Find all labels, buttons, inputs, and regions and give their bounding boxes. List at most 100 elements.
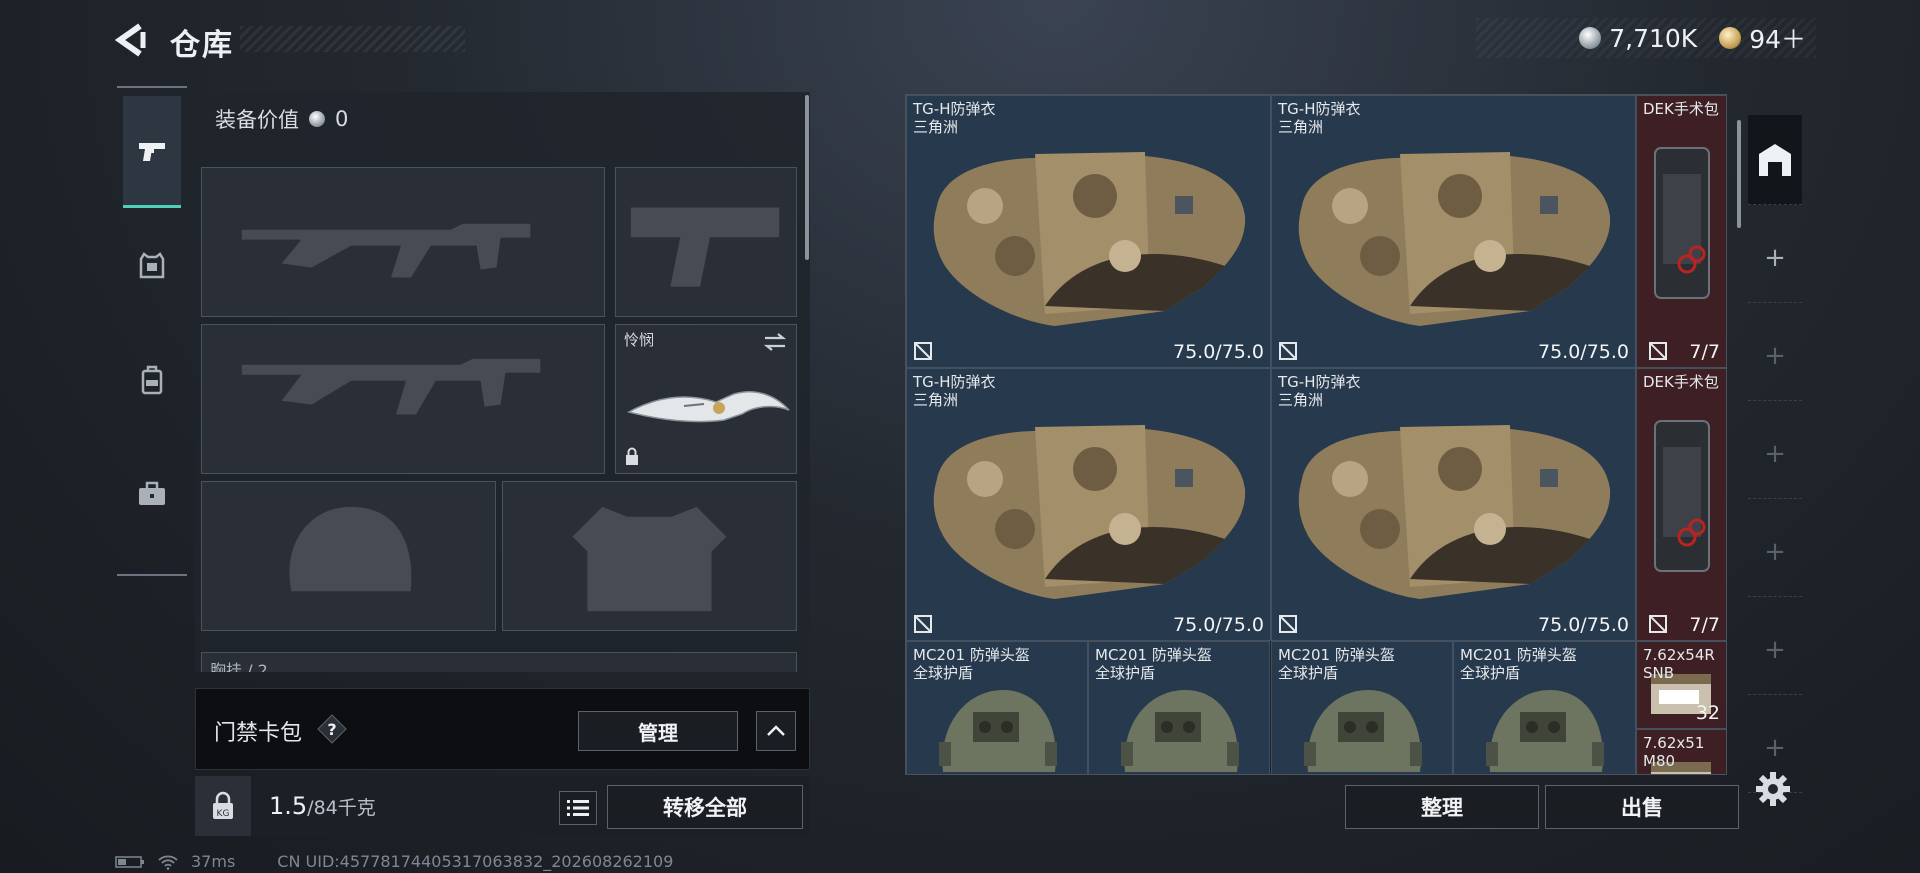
weight-icon: KG (213, 791, 233, 819)
swap-icon[interactable] (762, 331, 788, 353)
no-insure-icon (1649, 615, 1667, 633)
collapse-button[interactable] (756, 711, 796, 751)
plus-icon: + (1764, 242, 1786, 273)
stash-page-tab-4[interactable]: + (1748, 409, 1802, 499)
manage-button[interactable]: 管理 (578, 711, 738, 751)
stash-item[interactable]: MC201 防弹头盔 全球护盾 (1453, 641, 1636, 774)
weight-max: /84千克 (307, 797, 376, 819)
stash-icon (1759, 143, 1791, 176)
stash-item-title: 7.62x51 (1643, 734, 1705, 752)
stash-item[interactable]: TG-H防弹衣 三角洲 75.0/75.0 (906, 368, 1271, 641)
wifi-icon (158, 855, 178, 870)
stash-item-title: MC201 防弹头盔 (1460, 646, 1577, 664)
chest-rig-label: 胸挂 / 2 (210, 661, 268, 672)
stash-item[interactable]: TG-H防弹衣 三角洲 75.0/75.0 (1271, 95, 1636, 368)
chevron-up-icon (767, 725, 785, 736)
tab-case[interactable] (123, 438, 181, 550)
holster-weapon-slot[interactable] (201, 324, 605, 474)
stash-page-tab-6[interactable]: + (1748, 605, 1802, 695)
equipment-value: 装备价值 0 (215, 104, 348, 134)
sell-button[interactable]: 出售 (1545, 785, 1739, 829)
stash-item[interactable]: 7.62x51 M80 (1636, 729, 1726, 774)
gold-coin-icon (1719, 27, 1742, 49)
secondary-weapon-slot[interactable] (615, 167, 797, 317)
settings-button[interactable] (1754, 770, 1792, 808)
ping-value: 37ms (191, 852, 236, 871)
tab-armor[interactable] (123, 210, 181, 322)
helmet-icon (939, 690, 1057, 772)
keycard-bar: 门禁卡包 ? 管理 (195, 688, 810, 770)
plus-icon: + (1764, 634, 1786, 665)
melee-weapon-slot[interactable]: 怜悯 (615, 324, 797, 474)
keycard-label: 门禁卡包 (214, 721, 303, 746)
list-view-button[interactable] (559, 791, 597, 825)
equipment-scrollbar[interactable] (805, 95, 809, 260)
stash-item[interactable]: TG-H防弹衣 三角洲 75.0/75.0 (906, 95, 1271, 368)
stash-item-subtitle: 全球护盾 (1460, 664, 1521, 682)
stash-panel: TG-H防弹衣 三角洲 75.0/75.0 TG-H防弹衣 三角洲 75.0/75.0 … (905, 94, 1727, 775)
weight-lock-button[interactable]: KG (195, 776, 251, 836)
stash-item-subtitle: M80 (1643, 752, 1676, 770)
gold-currency-value[interactable]: 94＋ (1749, 20, 1806, 56)
transfer-all-button[interactable]: 转移全部 (607, 785, 803, 829)
stash-item-name: DEK手术包 (1643, 100, 1719, 118)
stash-item[interactable]: DEK手术包 7/7 (1636, 95, 1726, 368)
svg-text:KG: KG (217, 809, 230, 819)
plus-icon: + (1764, 340, 1786, 371)
stash-grid: TG-H防弹衣 三角洲 75.0/75.0 TG-H防弹衣 三角洲 75.0/75.0 … (906, 95, 1726, 774)
stash-page-tab-5[interactable]: + (1748, 507, 1802, 597)
stash-item-title: 7.62x54R (1643, 646, 1715, 664)
stash-page-tab-2[interactable]: + (1748, 213, 1802, 303)
stash-item-title: TG-H防弹衣 (913, 100, 996, 118)
stash-item-name: MC201 防弹头盔 全球护盾 (913, 646, 1030, 682)
stash-page-tab-1[interactable] (1748, 115, 1802, 205)
stash-item-durability: 7/7 (1689, 614, 1720, 636)
stash-scrollbar[interactable] (1737, 120, 1741, 228)
karambit-knife-icon (627, 390, 790, 423)
helmet-icon (1304, 690, 1422, 772)
stash-item-name: TG-H防弹衣 三角洲 (913, 100, 995, 136)
currency-bar: 7,710K 94＋ (1476, 18, 1816, 58)
no-insure-icon (914, 615, 932, 633)
status-line: 37ms CN UID:4577817440531706383​2_202608… (115, 852, 673, 871)
stash-item-durability: 75.0/75.0 (1172, 614, 1264, 636)
weight-readout: 1.5/84千克 (269, 792, 376, 820)
stash-item-name: TG-H防弹衣 三角洲 (1278, 100, 1360, 136)
no-insure-icon (1279, 342, 1297, 360)
stash-item-subtitle: 全球护盾 (913, 664, 974, 682)
uid-text: CN UID:4577817440531706383​2_20260826210… (277, 852, 674, 871)
weight-bar: KG 1.5/84千克 转移全部 (195, 776, 810, 836)
silver-coin-icon (1579, 27, 1602, 49)
stash-item[interactable]: 7.62x54R SNB 32 (1636, 641, 1726, 729)
stash-item[interactable]: MC201 防弹头盔 全球护盾 (1271, 641, 1453, 774)
stash-item-title: TG-H防弹衣 (913, 373, 996, 391)
stash-item-subtitle: 三角洲 (1278, 391, 1324, 409)
stash-item-name: 7.62x54R SNB (1643, 646, 1715, 682)
stash-item-name: 7.62x51 M80 (1643, 734, 1704, 770)
stash-item-title: MC201 防弹头盔 (1278, 646, 1395, 664)
back-button[interactable] (112, 20, 152, 60)
stash-item[interactable]: DEK手术包 7/7 (1636, 368, 1726, 641)
equipment-panel: 装备价值 0 怜悯 胸挂 / 2 (195, 92, 810, 672)
helmet-slot[interactable] (201, 481, 496, 631)
tab-weapons[interactable] (123, 96, 181, 208)
stash-item-durability: 75.0/75.0 (1537, 341, 1629, 363)
primary-weapon-slot[interactable] (201, 167, 605, 317)
tab-backpack[interactable] (123, 324, 181, 436)
stash-item[interactable]: MC201 防弹头盔 全球护盾 (906, 641, 1088, 774)
stash-item-durability: 75.0/75.0 (1172, 341, 1264, 363)
pistol-silhouette-icon (630, 207, 780, 287)
helmet-icon (1486, 690, 1604, 772)
chest-rig-slot[interactable]: 胸挂 / 2 (201, 652, 797, 672)
list-icon (567, 800, 589, 816)
page-title: 仓库 (170, 28, 234, 63)
keycard-help-button[interactable]: ? (316, 713, 348, 745)
body-armor-slot[interactable] (502, 481, 797, 631)
stash-item[interactable]: MC201 防弹头盔 全球护盾 (1088, 641, 1270, 774)
weight-current: 1.5 (269, 792, 308, 820)
stash-item[interactable]: TG-H防弹衣 三角洲 75.0/75.0 (1271, 368, 1636, 641)
helmet-icon (1121, 690, 1239, 772)
stash-page-tab-3[interactable]: + (1748, 311, 1802, 401)
sort-button[interactable]: 整理 (1345, 785, 1539, 829)
armor-silhouette-icon (572, 506, 727, 612)
